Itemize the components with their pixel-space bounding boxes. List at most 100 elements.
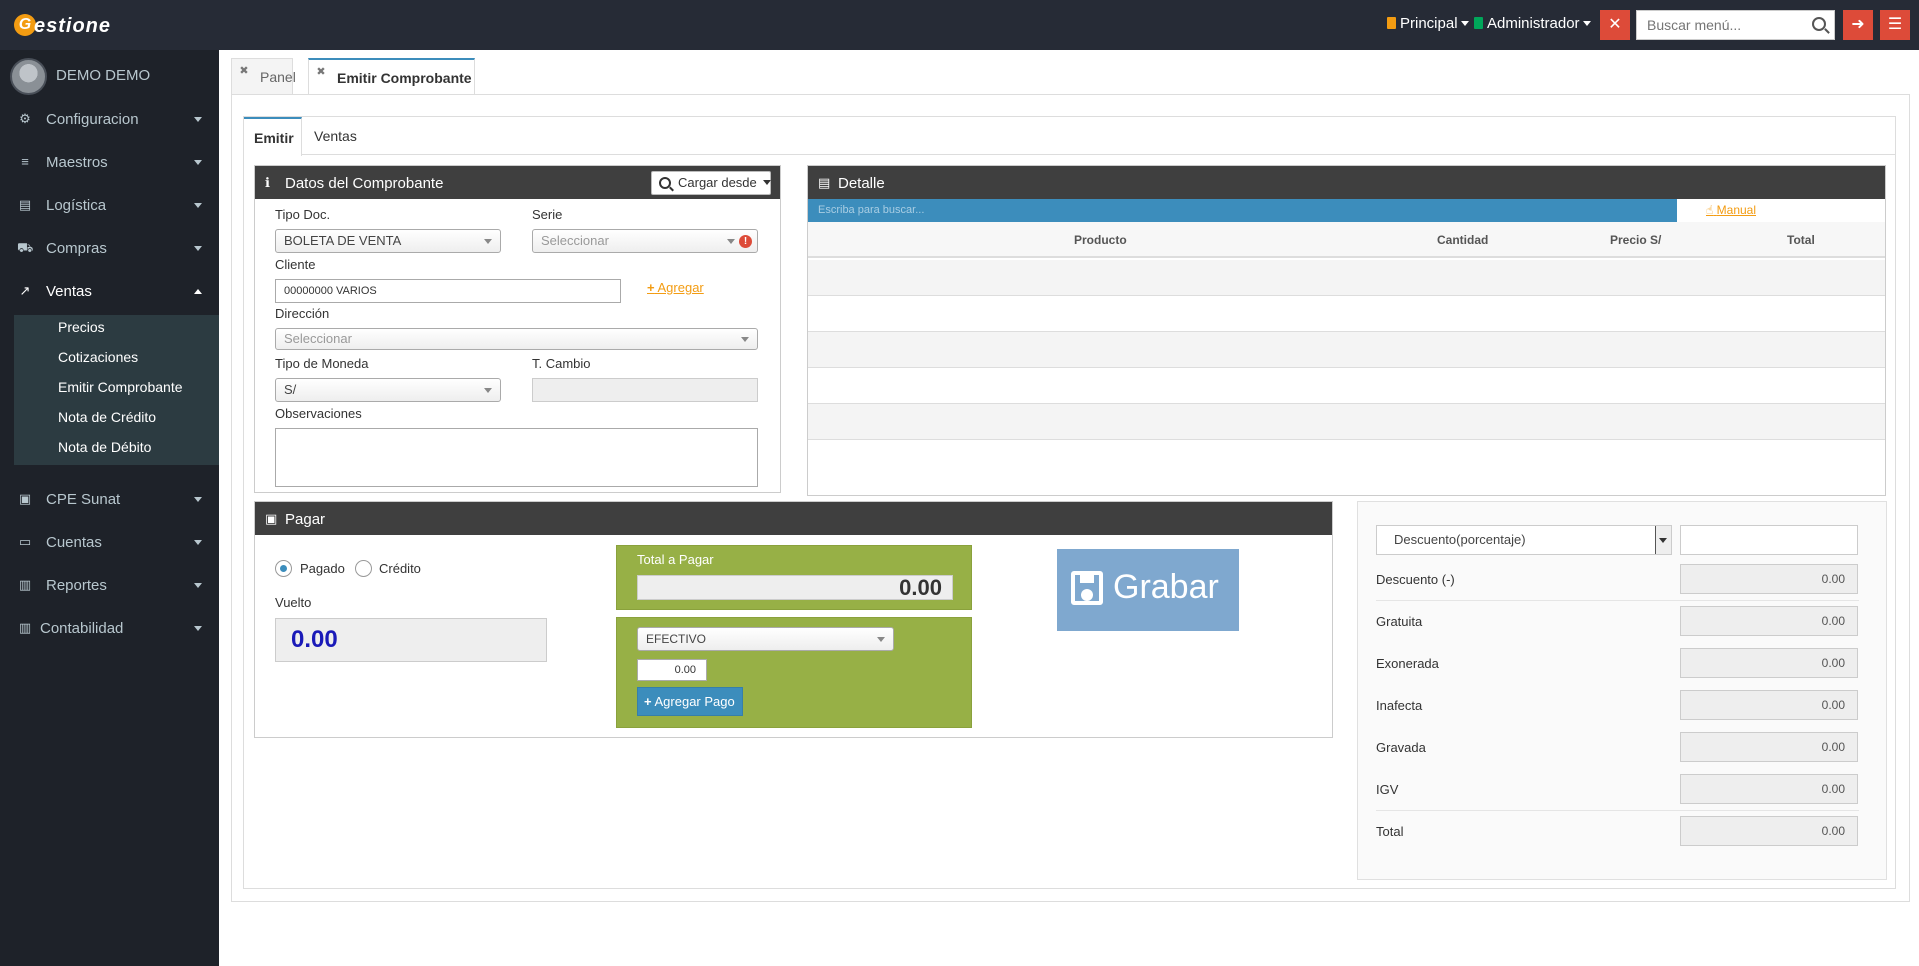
logo-text: estione bbox=[34, 15, 112, 37]
tab-emitir[interactable]: Emitir bbox=[244, 117, 302, 156]
detalle-panel: ▤ Detalle Escriba para buscar... ☝ Manua… bbox=[807, 165, 1886, 496]
hamburger-button[interactable]: ☰ bbox=[1880, 10, 1910, 40]
manual-label: Manual bbox=[1716, 203, 1757, 217]
submenu-item-emitir-comprobante[interactable]: Emitir Comprobante bbox=[58, 379, 183, 395]
menu-search-input[interactable] bbox=[1637, 11, 1797, 39]
moneda-label: Tipo de Moneda bbox=[275, 356, 369, 371]
sidebar-item-label: Reportes bbox=[46, 577, 107, 594]
sidebar-item-logistica[interactable]: ▤ Logística bbox=[0, 184, 219, 227]
sidebar-item-label: Logística bbox=[46, 197, 107, 214]
direccion-label: Dirección bbox=[275, 306, 330, 321]
chevron-down-icon bbox=[1582, 21, 1591, 26]
building-icon bbox=[1387, 17, 1396, 29]
ventas-submenu: Precios Cotizaciones Emitir Comprobante … bbox=[14, 315, 219, 465]
moneda-select[interactable]: S/ bbox=[275, 378, 501, 402]
cargar-label: Cargar desde bbox=[678, 175, 757, 190]
producto-search-input[interactable]: Escriba para buscar... bbox=[808, 199, 1677, 222]
observaciones-label: Observaciones bbox=[275, 406, 362, 421]
principal-menu[interactable]: Principal bbox=[1387, 15, 1469, 32]
tab-ventas[interactable]: Ventas bbox=[302, 117, 372, 155]
observaciones-textarea[interactable] bbox=[275, 428, 758, 487]
chevron-down-icon bbox=[763, 180, 772, 185]
pago-box: EFECTIVO 0.00 + Agregar Pago bbox=[616, 617, 972, 728]
panel-title: Pagar bbox=[285, 511, 326, 528]
admin-menu[interactable]: Administrador bbox=[1474, 15, 1591, 32]
close-icon[interactable]: ✖ bbox=[238, 65, 250, 77]
cambio-input[interactable] bbox=[532, 378, 758, 402]
vuelto-value: 0.00 bbox=[275, 618, 547, 662]
exonerada-value: 0.00 bbox=[1680, 648, 1858, 678]
app-logo[interactable]: G estione bbox=[14, 13, 124, 39]
detalle-table-header: Producto Cantidad Precio S/ Total bbox=[808, 222, 1885, 258]
metodo-pago-select[interactable]: EFECTIVO bbox=[637, 627, 894, 651]
cliente-input[interactable]: 00000000 VARIOS bbox=[275, 279, 621, 303]
serie-select[interactable]: Seleccionar ! bbox=[532, 229, 758, 253]
table-row bbox=[808, 260, 1885, 296]
descuento-tipo-select[interactable]: Descuento(porcentaje) bbox=[1376, 525, 1672, 555]
user-name: DEMO DEMO bbox=[56, 67, 151, 84]
grabar-button[interactable]: Grabar bbox=[1057, 549, 1239, 631]
cart-icon: ⛟ bbox=[17, 240, 34, 255]
fullscreen-button[interactable]: ✕ bbox=[1600, 10, 1630, 40]
cargar-desde-button[interactable]: Cargar desde bbox=[651, 171, 772, 195]
moneda-value: S/ bbox=[284, 382, 297, 397]
close-icon[interactable]: ✖ bbox=[315, 66, 327, 78]
gravada-label: Gravada bbox=[1376, 740, 1426, 755]
totales-panel: Descuento(porcentaje) Descuento (-) 0.00… bbox=[1357, 501, 1887, 880]
save-icon bbox=[1071, 571, 1103, 605]
inafecta-value: 0.00 bbox=[1680, 690, 1858, 720]
book-icon: ▥ bbox=[18, 620, 32, 635]
tipo-doc-select[interactable]: BOLETA DE VENTA bbox=[275, 229, 501, 253]
tab-panel[interactable]: ✖ Panel bbox=[231, 58, 296, 94]
sidebar-item-contabilidad[interactable]: ▥ Contabilidad bbox=[0, 607, 219, 650]
serie-label: Serie bbox=[532, 207, 563, 222]
admin-label: Administrador bbox=[1487, 15, 1580, 32]
panel-header: ▣ Pagar bbox=[255, 502, 1332, 535]
chevron-down-icon bbox=[194, 497, 202, 502]
sign-out-icon: ➜ bbox=[1851, 16, 1865, 33]
sidebar-item-configuracion[interactable]: ⚙ Configuracion bbox=[0, 98, 219, 141]
search-icon bbox=[659, 177, 671, 189]
dropdown-toggle[interactable] bbox=[1655, 526, 1671, 554]
table-row bbox=[808, 404, 1885, 440]
submenu-item-precios[interactable]: Precios bbox=[58, 319, 105, 335]
table-row bbox=[808, 368, 1885, 404]
credito-radio[interactable] bbox=[355, 560, 372, 577]
search-icon[interactable] bbox=[1812, 17, 1826, 31]
exonerada-label: Exonerada bbox=[1376, 656, 1439, 671]
sidebar-item-cuentas[interactable]: ▭ Cuentas bbox=[0, 521, 219, 564]
sidebar-item-ventas[interactable]: ↗ Ventas bbox=[0, 270, 219, 313]
sidebar-item-cpe-sunat[interactable]: ▣ CPE Sunat bbox=[0, 478, 219, 521]
pagado-radio[interactable] bbox=[275, 560, 292, 577]
sub-tabs: Emitir Ventas bbox=[244, 117, 1895, 156]
panel-header: ℹ Datos del Comprobante Cargar desde bbox=[255, 166, 780, 199]
book-icon: ▥ bbox=[18, 577, 32, 592]
agregar-pago-button[interactable]: + Agregar Pago bbox=[637, 687, 743, 716]
direccion-select[interactable]: Seleccionar bbox=[275, 328, 758, 350]
table-row bbox=[808, 332, 1885, 368]
column-header: Producto bbox=[1074, 233, 1127, 247]
hand-icon: ☝ bbox=[1706, 203, 1714, 217]
divider bbox=[1376, 600, 1859, 601]
sidebar-item-reportes[interactable]: ▥ Reportes bbox=[0, 564, 219, 607]
column-header: Precio S/ bbox=[1610, 233, 1662, 247]
agregar-cliente-link[interactable]: + Agregar bbox=[647, 280, 704, 295]
credito-label: Crédito bbox=[379, 561, 421, 576]
sidebar-item-compras[interactable]: ⛟ Compras bbox=[0, 227, 219, 270]
monto-input[interactable]: 0.00 bbox=[637, 659, 707, 681]
chevron-down-icon bbox=[741, 337, 749, 342]
datos-comprobante-panel: ℹ Datos del Comprobante Cargar desde Tip… bbox=[254, 165, 781, 493]
total-a-pagar-box: Total a Pagar 0.00 bbox=[616, 545, 972, 610]
logout-button[interactable]: ➜ bbox=[1843, 10, 1873, 40]
manual-link[interactable]: ☝ Manual bbox=[1706, 203, 1756, 217]
sidebar-item-maestros[interactable]: ≡ Maestros bbox=[0, 141, 219, 184]
descuento-label: Descuento (-) bbox=[1376, 572, 1455, 587]
submenu-item-nota-credito[interactable]: Nota de Crédito bbox=[58, 409, 156, 425]
menu-search[interactable] bbox=[1636, 10, 1835, 40]
expand-icon: ✕ bbox=[1608, 16, 1622, 33]
tab-emitir-comprobante[interactable]: ✖ Emitir Comprobante bbox=[308, 58, 475, 94]
submenu-item-cotizaciones[interactable]: Cotizaciones bbox=[58, 349, 138, 365]
descuento-input[interactable] bbox=[1680, 525, 1858, 555]
tab-label: Emitir bbox=[254, 130, 294, 146]
submenu-item-nota-debito[interactable]: Nota de Débito bbox=[58, 439, 151, 455]
